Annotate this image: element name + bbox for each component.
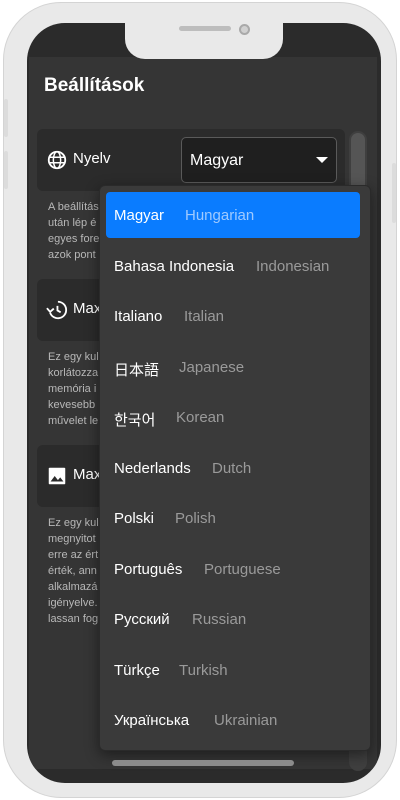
- language-option-dutch[interactable]: Nederlands Dutch: [106, 445, 360, 491]
- settings-screen: Beállítások Nyelv A beállítás után lép é…: [29, 57, 377, 771]
- option-english-name: Portuguese: [204, 561, 281, 578]
- language-option-turkish[interactable]: Türkçe Turkish: [106, 647, 360, 693]
- image-icon: [48, 467, 66, 485]
- max-history-label: Max: [73, 300, 102, 317]
- speaker-grille: [179, 26, 231, 31]
- language-dropdown-menu: Magyar Hungarian Bahasa Indonesia Indone…: [99, 185, 371, 751]
- max-image-label: Max: [73, 466, 102, 483]
- language-option-ukrainian[interactable]: Українська Ukrainian: [106, 697, 360, 743]
- history-icon: [46, 300, 68, 320]
- language-select[interactable]: Magyar: [181, 137, 337, 183]
- option-english-name: Korean: [176, 409, 225, 426]
- option-english-name: Polish: [175, 510, 216, 527]
- option-english-name: Turkish: [179, 662, 228, 679]
- language-option-korean[interactable]: 한국어 Korean: [106, 394, 360, 440]
- option-native-name: 한국어: [114, 412, 156, 429]
- option-native-name: Türkçe: [114, 662, 160, 679]
- option-native-name: Русский: [114, 611, 170, 628]
- option-english-name: Ukrainian: [214, 712, 278, 729]
- language-option-portuguese[interactable]: Português Portuguese: [106, 546, 360, 592]
- option-native-name: Italiano: [114, 308, 163, 325]
- option-english-name: Italian: [184, 308, 225, 325]
- front-camera: [239, 24, 250, 35]
- option-native-name: Português: [114, 561, 183, 578]
- language-option-polish[interactable]: Polski Polish: [106, 495, 360, 541]
- option-english-name: Indonesian: [256, 258, 330, 275]
- option-native-name: Nederlands: [114, 460, 191, 477]
- phone-notch: [125, 23, 283, 59]
- option-english-name: Dutch: [212, 460, 252, 477]
- option-native-name: Bahasa Indonesia: [114, 258, 235, 275]
- option-native-name: Magyar: [114, 207, 165, 224]
- language-option-japanese[interactable]: 日本語 Japanese: [106, 344, 360, 390]
- option-english-name: Russian: [192, 611, 247, 628]
- phone-frame: Beállítások Nyelv A beállítás után lép é…: [3, 2, 397, 798]
- language-option-russian[interactable]: Русский Russian: [106, 596, 360, 642]
- option-native-name: 日本語: [114, 362, 160, 379]
- language-option-indonesian[interactable]: Bahasa Indonesia Indonesian: [106, 243, 360, 289]
- volume-down-button: [4, 151, 8, 189]
- option-english-name: Japanese: [179, 359, 245, 376]
- globe-icon: [47, 150, 67, 170]
- power-button: [392, 163, 396, 223]
- caret-down-icon: [316, 157, 328, 163]
- home-indicator[interactable]: [112, 760, 294, 766]
- option-native-name: Українська: [114, 712, 190, 729]
- page-title: Beállítások: [44, 75, 145, 96]
- language-select-value: Magyar: [190, 152, 244, 169]
- language-option-hungarian[interactable]: Magyar Hungarian: [106, 192, 360, 238]
- scrollbar-thumb[interactable]: [351, 133, 365, 193]
- volume-up-button: [4, 99, 8, 137]
- phone-screen: Beállítások Nyelv A beállítás után lép é…: [27, 23, 381, 783]
- language-option-italian[interactable]: Italiano Italian: [106, 293, 360, 339]
- option-native-name: Polski: [114, 510, 155, 527]
- option-english-name: Hungarian: [185, 207, 255, 224]
- language-label: Nyelv: [73, 150, 111, 167]
